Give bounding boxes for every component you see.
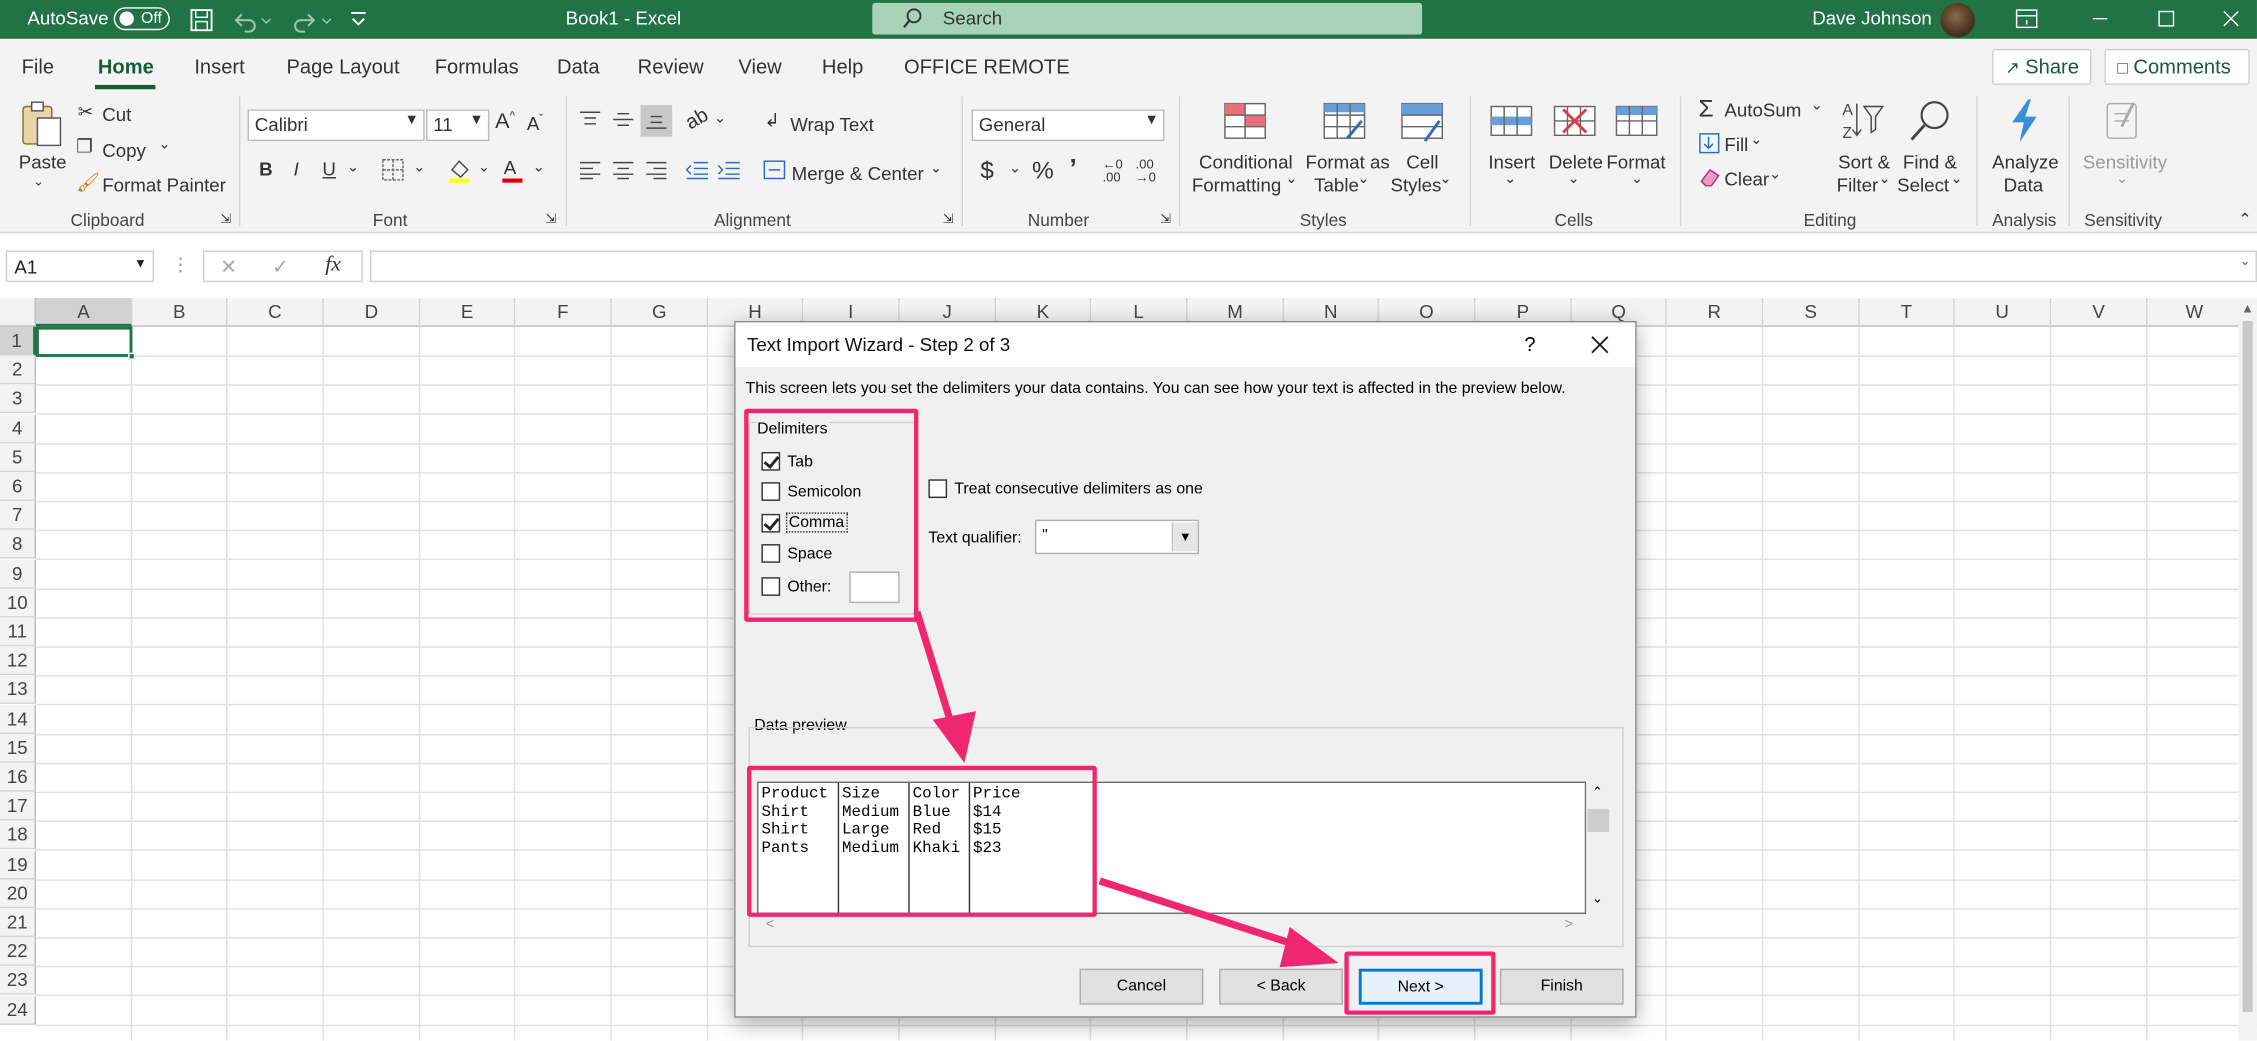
annotation-arrow-down (913, 610, 958, 736)
annotation-arrow-right (1098, 877, 1304, 951)
annotation-arrow-head (1279, 926, 1339, 968)
annotation-arrows (913, 610, 1339, 968)
annotation-arrow-head (932, 711, 976, 763)
